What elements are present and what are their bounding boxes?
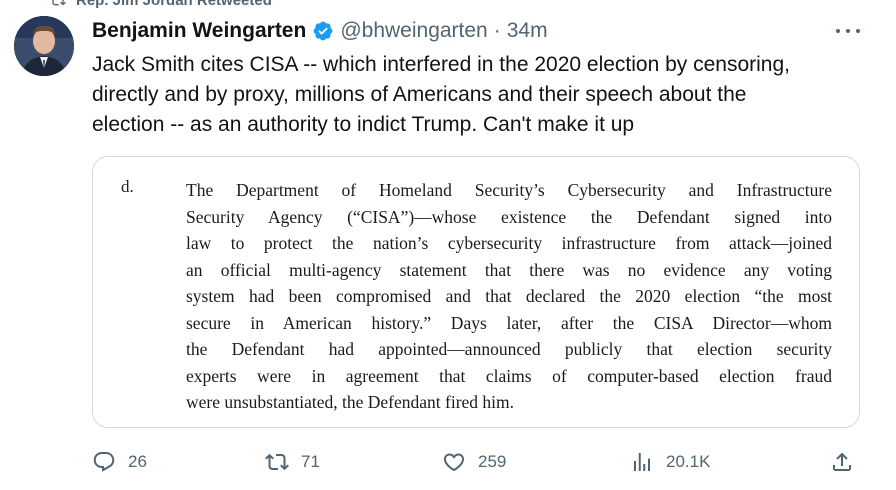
view-count: 20.1K bbox=[666, 452, 711, 471]
retweet-label: Rep. Jim Jordan Retweeted bbox=[76, 0, 272, 9]
document-line: secure in American history.” Days later,… bbox=[186, 312, 832, 333]
document-paragraph: The Department of Homeland Security’s Cy… bbox=[186, 177, 832, 416]
document-line: The Department of Homeland Security’s Cy… bbox=[186, 180, 832, 200]
views-button[interactable]: 20.1K bbox=[630, 450, 710, 474]
share-button[interactable] bbox=[830, 450, 854, 474]
more-options-button[interactable] bbox=[836, 22, 860, 40]
reply-button[interactable]: 26 bbox=[92, 450, 147, 474]
tweet-header: Benjamin Weingarten @bhweingarten · 34m bbox=[92, 18, 866, 44]
tweet-text-line: Jack Smith cites CISA -- which interfere… bbox=[92, 53, 791, 76]
document-line: experts were in agreement that claims of… bbox=[186, 365, 832, 386]
attached-document-image[interactable]: d. The Department of Homeland Security’s… bbox=[92, 156, 860, 428]
document-line: were unsubstantiated, the Defendant fire… bbox=[186, 392, 515, 412]
paragraph-label: d. bbox=[121, 177, 134, 196]
author-name[interactable]: Benjamin Weingarten bbox=[92, 19, 306, 43]
author-handle[interactable]: @bhweingarten bbox=[340, 19, 487, 43]
tweet-text-line: directly and by proxy, millions of Ameri… bbox=[92, 83, 747, 106]
like-count: 259 bbox=[478, 452, 507, 471]
document-line: an official multi-agency statement that … bbox=[186, 259, 832, 280]
share-icon bbox=[833, 452, 851, 471]
retweet-context[interactable]: Rep. Jim Jordan Retweeted bbox=[50, 0, 272, 9]
heart-icon bbox=[443, 453, 465, 472]
avatar-image bbox=[14, 16, 74, 76]
tweet-text: Jack Smith cites CISA -- which interfere… bbox=[92, 50, 872, 140]
retweet-icon bbox=[265, 453, 289, 471]
separator-dot: · bbox=[493, 19, 501, 42]
retweet-button[interactable]: 71 bbox=[265, 450, 320, 474]
like-button[interactable]: 259 bbox=[442, 450, 506, 474]
document-line: system had been compromised and that dec… bbox=[186, 286, 832, 306]
tweet-timestamp[interactable]: 34m bbox=[507, 19, 548, 43]
document-line: Security Agency (“CISA”)—whose existence… bbox=[186, 206, 832, 227]
more-dot-icon bbox=[846, 29, 850, 33]
document-line: law to protect the nation’s cybersecurit… bbox=[186, 233, 832, 253]
more-dot-icon bbox=[836, 29, 840, 33]
more-dot-icon bbox=[856, 29, 860, 33]
retweet-count: 71 bbox=[301, 452, 320, 471]
reply-icon bbox=[93, 452, 115, 472]
verified-badge-icon bbox=[313, 21, 333, 41]
tweet-actions-bar: 26 71 259 20.1K bbox=[92, 450, 860, 476]
document-line: the Defendant had appointed—announced pu… bbox=[186, 339, 832, 359]
tweet-text-line: election -- as an authority to indict Tr… bbox=[92, 113, 635, 136]
reply-count: 26 bbox=[128, 452, 147, 471]
retweet-icon bbox=[52, 0, 66, 6]
views-chart-icon bbox=[634, 453, 650, 471]
avatar[interactable] bbox=[14, 16, 74, 76]
